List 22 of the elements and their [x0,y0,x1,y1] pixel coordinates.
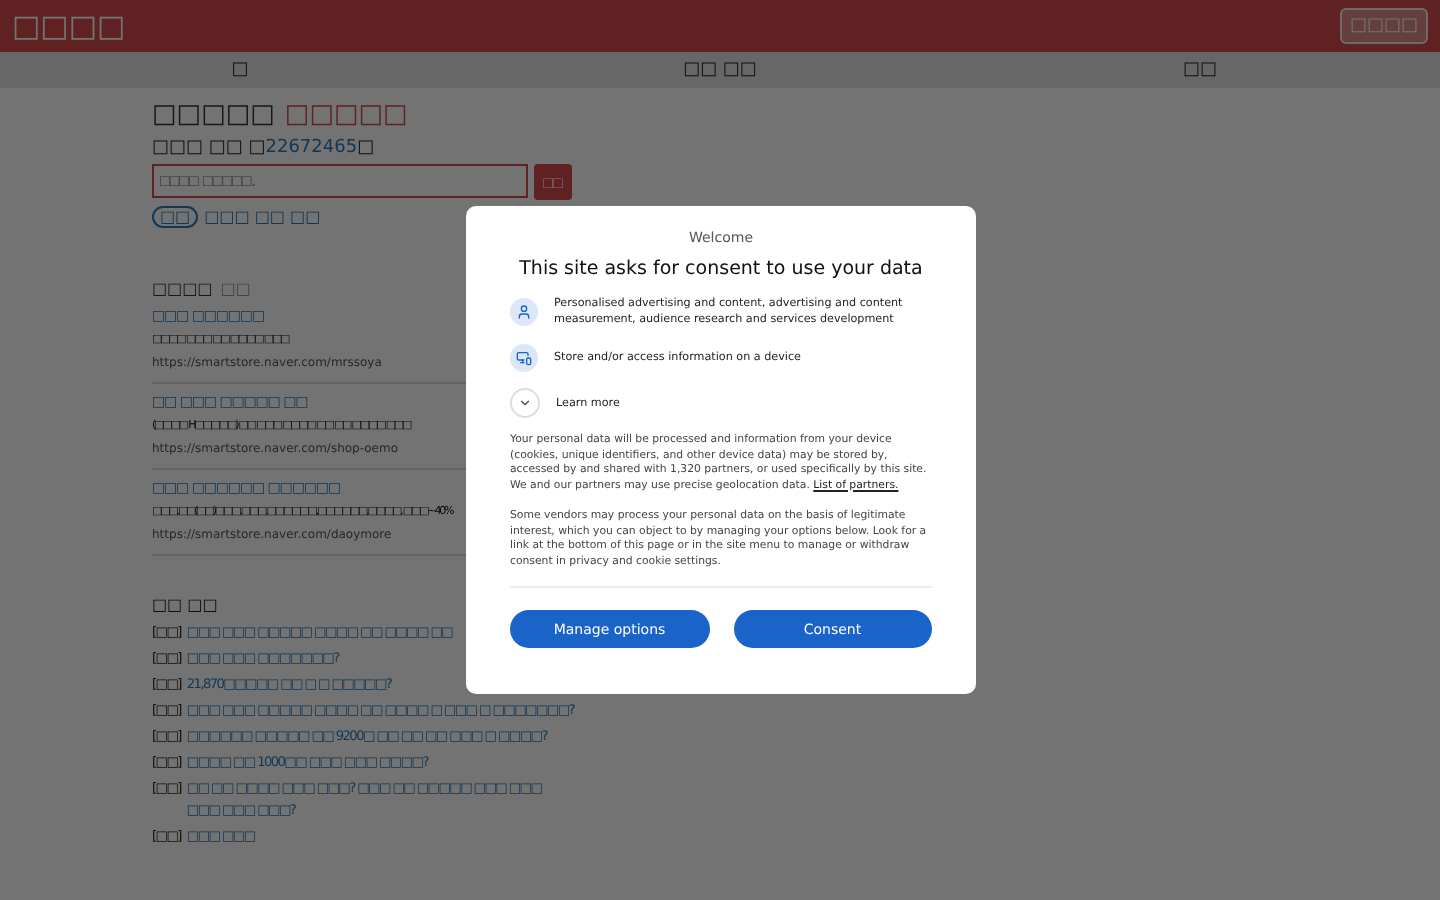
devices-icon [516,350,532,366]
chevron-down-icon [518,396,532,410]
search-button[interactable]: □□ [534,164,572,200]
count-label: □□□ □□ □ [152,138,266,158]
dialog-title: This site asks for consent to use your data [517,258,925,280]
site-logo[interactable]: □□□□ [12,8,126,44]
section-subheading: □□ [220,280,251,298]
nav-link[interactable]: □ [0,60,480,80]
search-field[interactable]: □□□□ □□□□□. [152,164,528,198]
section-heading: □□ □□ [152,596,220,614]
nav-link[interactable]: □□ [960,60,1440,80]
page-title: □□□□□ [152,100,275,130]
nav-link[interactable]: □□ □□ [480,60,960,80]
person-icon [516,304,532,320]
page-title-accent: □□□□□ [284,100,408,130]
tag-link[interactable]: □□□ □□ □□ [204,208,321,226]
login-button[interactable]: □□□□ [1339,8,1428,44]
count-number: 22672465 [265,138,358,158]
section-heading: □□□□ [152,280,213,298]
count-suffix: □ [357,138,375,158]
tag-pill[interactable]: □□ [152,206,199,228]
expand-button[interactable] [510,388,540,418]
